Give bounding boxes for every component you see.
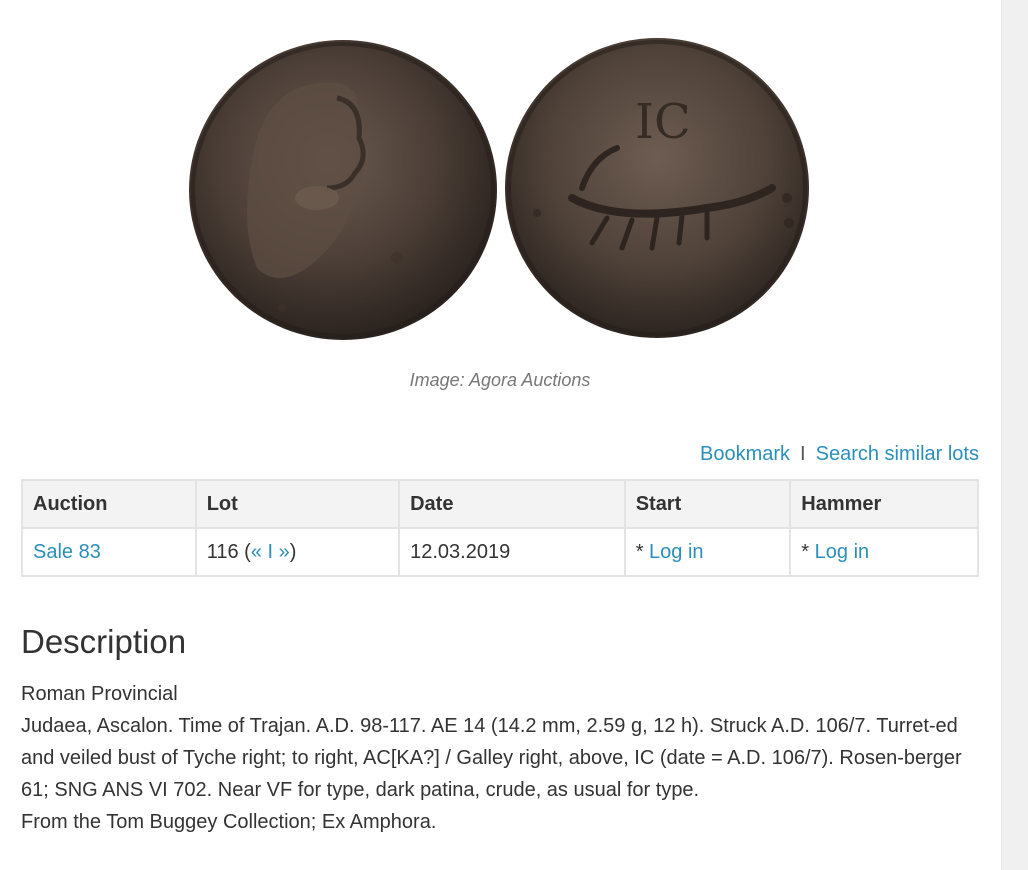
lot-number: 116 ( [206,540,251,563]
start-login-link[interactable]: Log in [649,541,704,563]
description-heading: Description [21,623,187,660]
column-header-lot: Lot [194,479,401,529]
start-prefix: * [635,540,650,563]
coin-obverse [189,40,497,340]
image-caption: Image: Agora Auctions [409,370,591,390]
auction-sale-link[interactable]: Sale 83 [33,541,101,563]
start-cell: * Log in [623,527,792,577]
column-header-start: Start [623,479,792,529]
actions-separator: I [800,443,806,465]
description-body: Roman Provincial Judaea, Ascalon. Time o… [21,678,983,838]
lot-table: Auction Lot Date Start Hammer Sale 83 11… [21,479,979,577]
lot-cell: 116 (« I ») [194,527,401,577]
page: IC Image: Agora Auctions Bookmark I Search… [0,0,1028,870]
lot-nav-divider: I [261,540,279,563]
scrollbar-track[interactable] [1001,0,1028,870]
hammer-prefix: * [801,540,815,563]
next-lot-link[interactable]: » [279,541,290,563]
previous-lot-link[interactable]: « [251,541,262,563]
table-row: Sale 83 116 (« I ») 12.03.2019 * Log in … [21,527,979,577]
lot-close-paren: ) [289,540,297,563]
lot-actions: Bookmark I Search similar lots [700,443,979,466]
coin-reverse: IC [505,38,809,338]
column-header-hammer: Hammer [789,479,979,529]
search-similar-lots-link[interactable]: Search similar lots [816,443,979,465]
hammer-login-link[interactable]: Log in [815,541,870,563]
hammer-cell: * Log in [789,527,979,577]
date-cell: 12.03.2019 [398,527,626,577]
bookmark-link[interactable]: Bookmark [700,443,790,465]
description-category: Roman Provincial [21,683,178,705]
description-provenance: From the Tom Buggey Collection; Ex Ampho… [21,811,437,833]
coin-legend-ic: IC [635,94,691,150]
column-header-date: Date [398,479,626,529]
description-text: Judaea, Ascalon. Time of Trajan. A.D. 98… [21,715,962,801]
table-header-row: Auction Lot Date Start Hammer [21,479,979,529]
column-header-auction: Auction [21,479,197,529]
coin-image: IC [189,38,809,340]
auction-cell: Sale 83 [21,527,197,577]
